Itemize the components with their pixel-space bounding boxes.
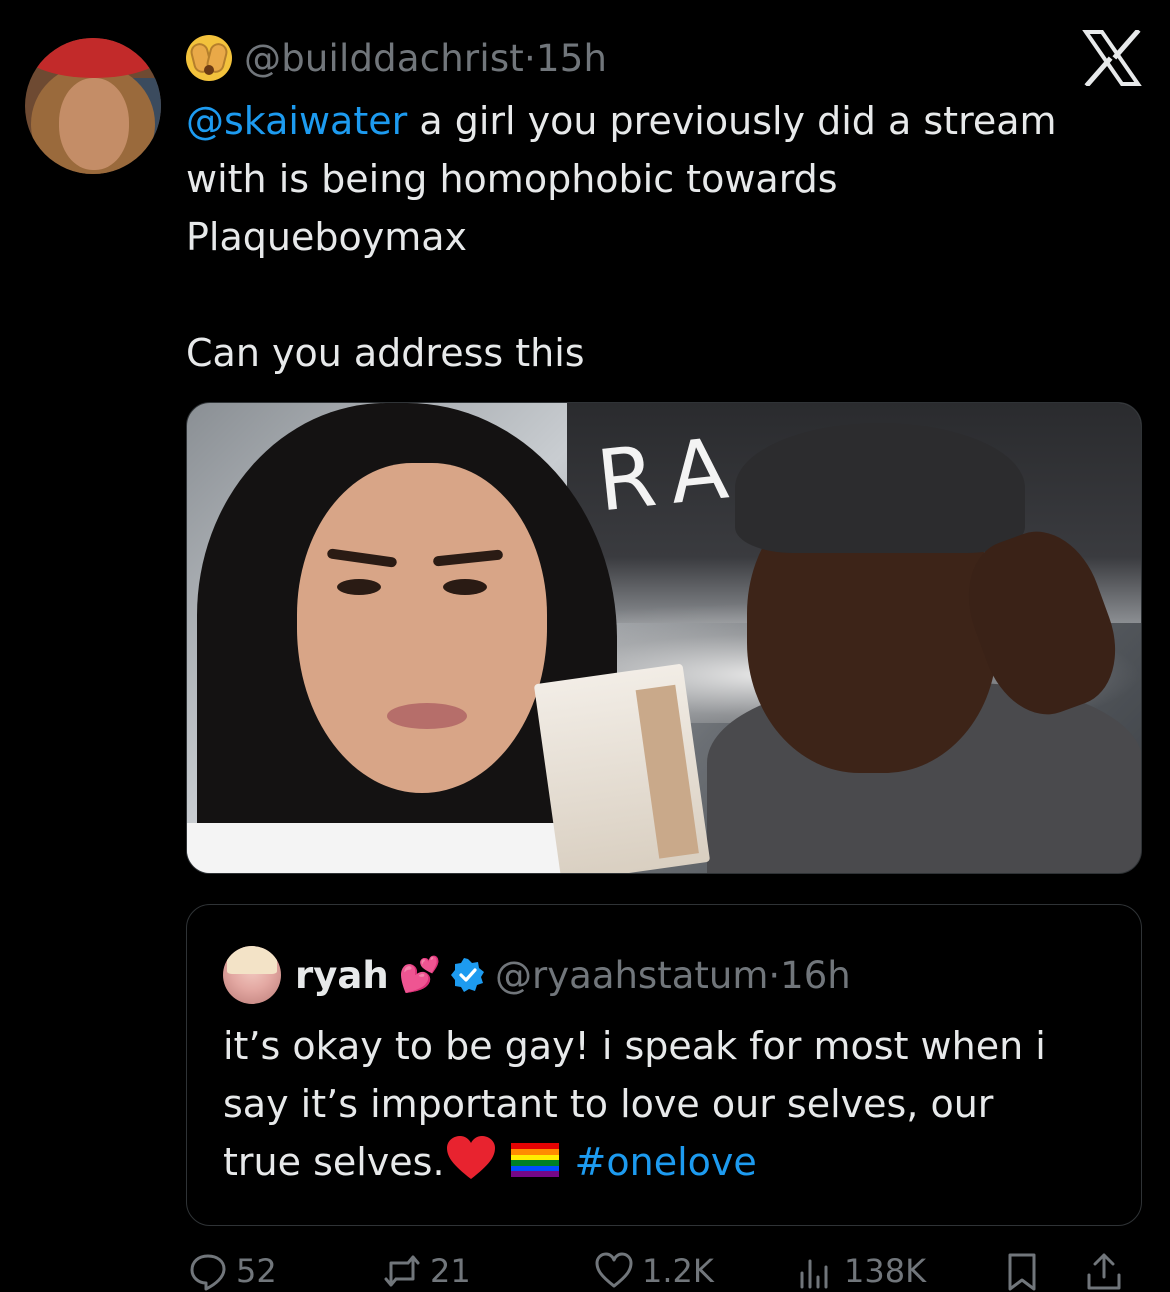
views-button[interactable]: 138K xyxy=(796,1250,926,1292)
hashtag-link[interactable]: #onelove xyxy=(575,1140,757,1184)
heart-icon xyxy=(595,1252,633,1288)
tweet-line-4: Can you address this xyxy=(186,331,585,375)
reply-icon xyxy=(190,1254,226,1291)
author-avatar[interactable] xyxy=(25,38,161,174)
tweet-line-1-text: a girl you previously did a stream xyxy=(407,99,1057,143)
tweet-line-3: Plaqueboymax xyxy=(186,215,467,259)
tweet-line-1: @skaiwater a girl you previously did a s… xyxy=(186,92,1126,150)
avatar-face xyxy=(59,78,129,170)
quoted-author-handle[interactable]: @ryaahstatum·16h xyxy=(495,954,851,997)
x-logo-icon[interactable] xyxy=(1082,30,1142,86)
tweet-body: @skaiwater a girl you previously did a s… xyxy=(186,92,1126,382)
media-lips xyxy=(387,703,467,729)
media-product-box xyxy=(533,663,711,873)
quoted-tweet-header: ryah 💕 @ryaahstatum·16h xyxy=(223,945,851,1005)
analytics-icon xyxy=(800,1259,828,1289)
quoted-line-1: it’s okay to be gay! i speak for most wh… xyxy=(223,1024,1046,1068)
quoted-line-3: true selves. #onelove xyxy=(223,1133,1103,1191)
repost-count: 21 xyxy=(430,1252,471,1290)
emoji-mouth xyxy=(204,65,214,75)
media-eye xyxy=(337,579,381,595)
quoted-author-name[interactable]: ryah xyxy=(295,954,389,997)
two-hearts-emoji-icon: 💕 xyxy=(398,955,442,995)
repost-button[interactable]: 21 xyxy=(382,1250,471,1292)
media-sign-text: RA xyxy=(592,417,751,531)
quoted-line-3-text: true selves. xyxy=(223,1140,445,1184)
quoted-tweet-body: it’s okay to be gay! i speak for most wh… xyxy=(223,1017,1103,1191)
hand-over-mouth-emoji-icon xyxy=(186,35,232,81)
like-button[interactable]: 1.2K xyxy=(594,1250,714,1292)
time-separator: · xyxy=(524,36,536,80)
tweet-line-2: with is being homophobic towards xyxy=(186,157,838,201)
view-count: 138K xyxy=(844,1252,927,1290)
avatar-hat xyxy=(25,38,161,78)
share-icon xyxy=(1087,1253,1121,1290)
quoted-avatar-hair xyxy=(227,946,277,974)
tweet-action-bar: 52 21 1.2K 138K xyxy=(186,1250,1142,1292)
author-handle[interactable]: @builddachrist·15h xyxy=(244,37,607,80)
media-eye xyxy=(443,579,487,595)
quoted-tweet-card[interactable]: ryah 💕 @ryaahstatum·16h it’s okay to be … xyxy=(186,904,1142,1226)
media-person-left-face xyxy=(297,463,547,793)
repost-icon xyxy=(384,1255,420,1287)
tweet-time[interactable]: 15h xyxy=(536,37,607,80)
media-person-right-beanie xyxy=(735,423,1025,553)
mention-link[interactable]: @skaiwater xyxy=(186,99,407,143)
quoted-author-avatar[interactable] xyxy=(223,946,281,1004)
bookmark-button[interactable] xyxy=(1002,1250,1042,1292)
reply-button[interactable]: 52 xyxy=(188,1250,277,1292)
reply-count: 52 xyxy=(236,1252,277,1290)
share-button[interactable] xyxy=(1084,1250,1124,1292)
media-person-left-shirt xyxy=(187,823,587,873)
quoted-time: 16h xyxy=(780,953,851,997)
like-count: 1.2K xyxy=(642,1252,714,1290)
rainbow-flag-emoji-icon xyxy=(510,1143,559,1177)
tweet-header: @builddachrist·15h xyxy=(186,30,607,86)
red-heart-emoji-icon xyxy=(446,1136,495,1179)
bookmark-icon xyxy=(1008,1253,1036,1291)
verified-badge-icon xyxy=(451,958,485,992)
quoted-line-2: say it’s important to love our selves, o… xyxy=(223,1082,994,1126)
quoted-time-separator: · xyxy=(768,953,781,997)
tweet-media-image[interactable]: RA xyxy=(186,402,1142,874)
